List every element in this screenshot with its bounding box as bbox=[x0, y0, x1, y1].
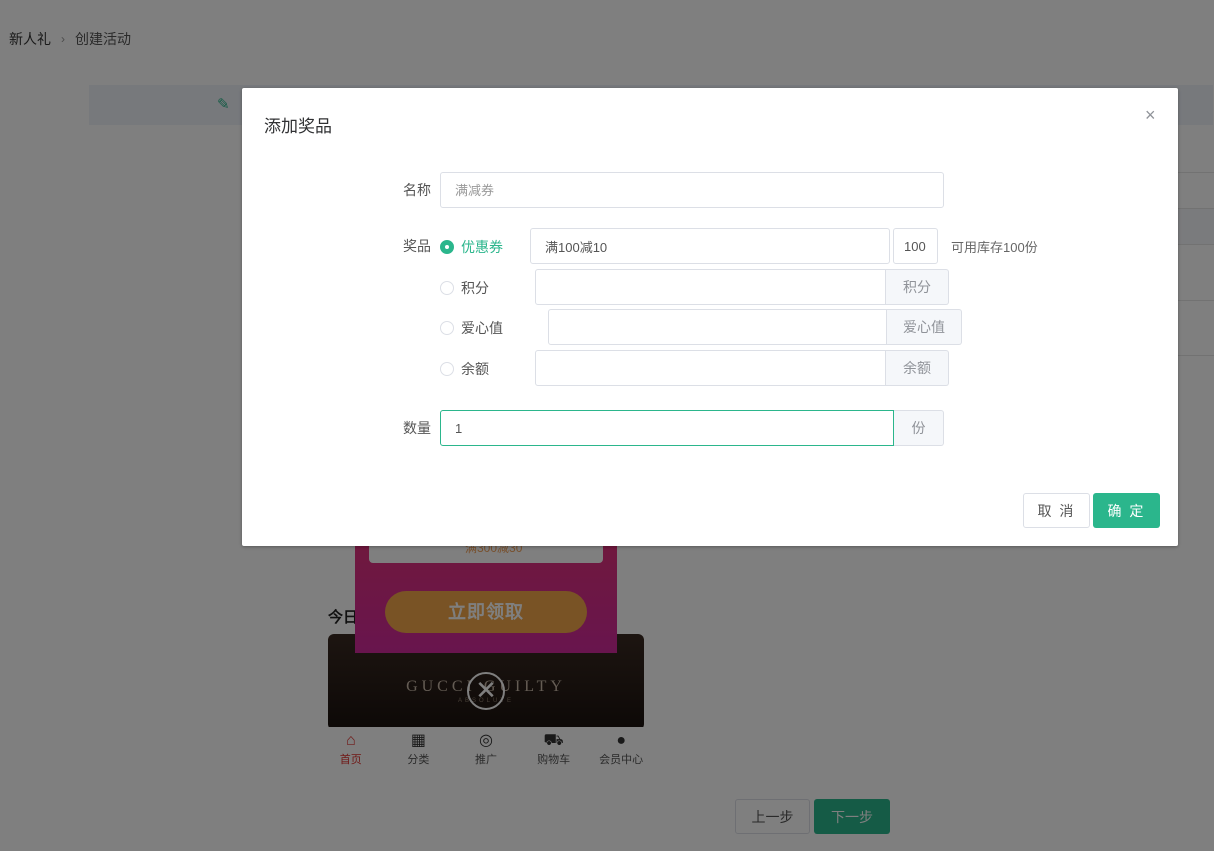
confirm-button[interactable]: 确 定 bbox=[1093, 493, 1160, 528]
quantity-input[interactable] bbox=[440, 410, 894, 446]
balance-unit: 余额 bbox=[886, 350, 949, 386]
quantity-unit: 份 bbox=[894, 410, 944, 446]
love-unit: 爱心值 bbox=[887, 309, 962, 345]
coupon-select-input[interactable] bbox=[530, 228, 890, 264]
quantity-label: 数量 bbox=[403, 420, 431, 436]
radio-unchecked-icon bbox=[440, 362, 454, 376]
radio-coupon[interactable]: 优惠券 bbox=[440, 237, 503, 257]
close-icon[interactable]: × bbox=[1145, 105, 1156, 126]
dialog-title: 添加奖品 bbox=[264, 117, 332, 136]
points-input[interactable] bbox=[535, 269, 886, 305]
prize-label: 奖品 bbox=[403, 238, 431, 254]
radio-checked-icon bbox=[440, 240, 454, 254]
radio-label: 爱心值 bbox=[461, 320, 503, 336]
cancel-button[interactable]: 取 消 bbox=[1023, 493, 1090, 528]
radio-label: 积分 bbox=[461, 280, 489, 296]
add-prize-dialog: 添加奖品 × 名称 奖品 优惠券 可用库存100份 积分 积分 爱心值 爱心值 … bbox=[242, 88, 1178, 546]
points-unit: 积分 bbox=[886, 269, 949, 305]
stock-text: 可用库存100份 bbox=[951, 240, 1038, 255]
coupon-count-input[interactable] bbox=[893, 228, 938, 264]
love-input[interactable] bbox=[548, 309, 887, 345]
balance-input[interactable] bbox=[535, 350, 886, 386]
radio-unchecked-icon bbox=[440, 321, 454, 335]
radio-balance[interactable]: 余额 bbox=[440, 359, 489, 379]
name-label: 名称 bbox=[403, 182, 431, 198]
radio-label: 优惠券 bbox=[461, 239, 503, 255]
name-input[interactable] bbox=[440, 172, 944, 208]
radio-label: 余额 bbox=[461, 361, 489, 377]
radio-points[interactable]: 积分 bbox=[440, 278, 489, 298]
radio-love[interactable]: 爱心值 bbox=[440, 318, 503, 338]
radio-unchecked-icon bbox=[440, 281, 454, 295]
